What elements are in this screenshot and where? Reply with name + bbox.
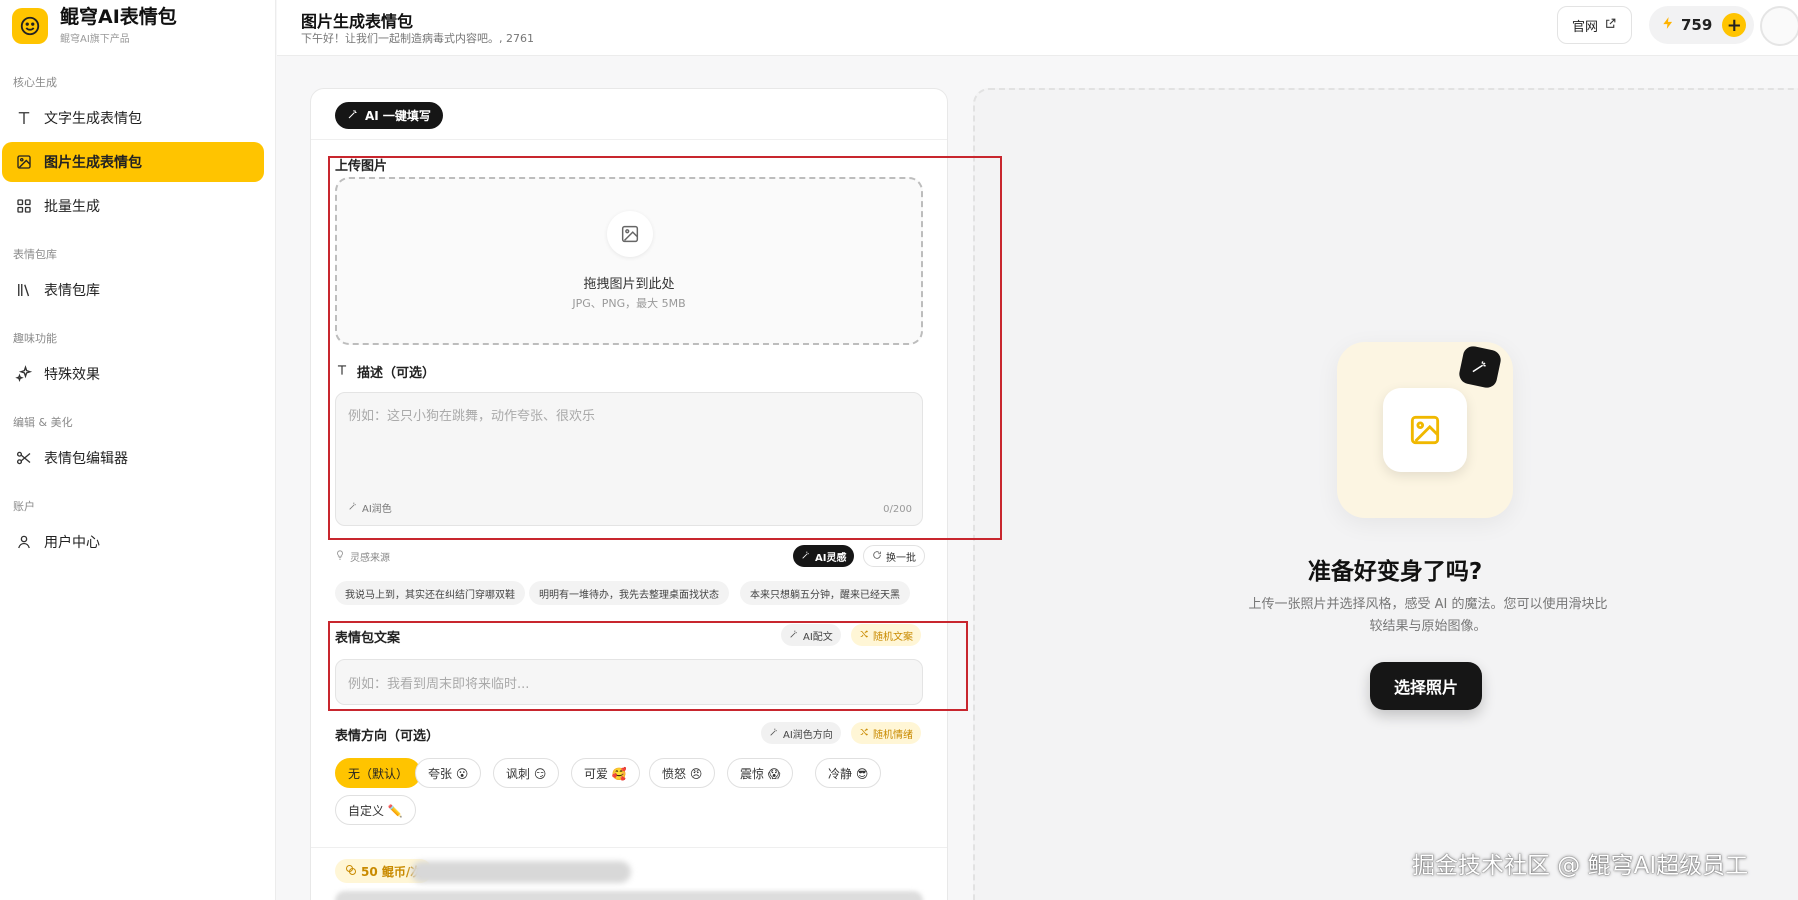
preview-description: 上传一张照片并选择风格，感受 AI 的魔法。您可以使用滑块比较结果与原始图像。 [1248, 597, 1608, 634]
suggestion-chip[interactable]: 我说马上到，其实还在纠结门穿哪双鞋 [335, 581, 525, 605]
mood-option[interactable]: 夸张 😮 [415, 758, 482, 788]
ai-autofill-label: AI 一键填写 [365, 109, 431, 123]
lightbulb-icon [335, 550, 345, 563]
text-icon [14, 108, 34, 128]
credits-balance[interactable]: 759 + [1649, 6, 1755, 44]
sidebar-item-user-center[interactable]: 用户中心 [2, 522, 273, 562]
mood-option[interactable]: 无（默认） [335, 758, 422, 788]
ai-inspire-label: AI灵感 [815, 552, 847, 564]
coin-icon [345, 864, 357, 879]
sidebar-item-editor[interactable]: 表情包编辑器 [2, 438, 273, 478]
highlight-box [328, 156, 1002, 540]
mood-option[interactable]: 自定义 ✏️ [335, 795, 416, 825]
avatar[interactable] [1760, 6, 1798, 46]
page-title: 图片生成表情包 [301, 12, 414, 31]
ai-inspire-button[interactable]: AI灵感 [793, 545, 855, 567]
sidebar-item-label: 文字生成表情包 [44, 111, 142, 127]
shuffle-icon [859, 727, 869, 740]
scissors-icon [14, 448, 34, 468]
official-site-button[interactable]: 官网 [1557, 6, 1633, 44]
sidebar-item-effects[interactable]: 特殊效果 [2, 354, 273, 394]
section-label-edit: 编辑 & 美化 [13, 416, 73, 429]
blurred-content [335, 891, 923, 900]
preview-title: 准备好变身了吗? [1307, 559, 1483, 585]
blurred-content [411, 861, 631, 883]
sidebar-item-label: 特殊效果 [44, 367, 100, 383]
smiley-logo-icon [12, 8, 48, 44]
grid-icon [14, 196, 34, 216]
preview-illustration [1337, 342, 1513, 518]
section-label-fun: 趣味功能 [13, 332, 57, 345]
magic-wand-icon [347, 108, 359, 123]
external-link-icon [1604, 17, 1617, 34]
mood-option[interactable]: 震惊 😱 [727, 758, 794, 788]
top-header: 图片生成表情包 下午好！让我们一起制造病毒式内容吧。, 2761 官网 759 … [277, 0, 1798, 56]
ai-mood-button[interactable]: AI润色方向 [761, 722, 841, 744]
mood-label: 表情方向（可选） [335, 729, 440, 744]
sidebar-item-library[interactable]: 表情包库 [2, 270, 273, 310]
credits-value: 759 [1681, 16, 1713, 34]
add-credits-button[interactable]: + [1722, 13, 1747, 37]
sidebar-item-batch[interactable]: 批量生成 [2, 186, 273, 226]
choose-photo-button[interactable]: 选择照片 [1370, 662, 1482, 710]
sidebar: 鲲穹AI表情包 鲲穹AI旗下产品 核心生成 文字生成表情包 图片生成表情包 批量… [0, 0, 276, 900]
sidebar-item-label: 表情包库 [44, 283, 100, 299]
section-label-library: 表情包库 [13, 248, 57, 261]
sidebar-item-label: 表情包编辑器 [44, 451, 128, 467]
sidebar-item-label: 用户中心 [44, 535, 100, 551]
watermark: 掘金技术社区 @ 鲲穹AI超级员工 [1412, 853, 1749, 879]
inspiration-label-text: 灵感来源 [350, 553, 390, 564]
sidebar-item-label: 图片生成表情包 [44, 155, 142, 171]
ai-autofill-button[interactable]: AI 一键填写 [335, 102, 443, 129]
user-icon [14, 532, 34, 552]
mood-option[interactable]: 冷静 😎 [815, 758, 882, 788]
mood-option[interactable]: 讽刺 😏 [493, 758, 560, 788]
ai-mood-label: AI润色方向 [783, 729, 833, 741]
suggestion-chip[interactable]: 本来只想躺五分钟，醒来已经天黑 [740, 581, 910, 605]
sparkles-icon [14, 364, 34, 384]
section-label-account: 账户 [13, 500, 35, 513]
image-placeholder-icon [1383, 388, 1467, 472]
refresh-icon [872, 550, 882, 563]
brand-title: 鲲穹AI表情包 [60, 6, 177, 28]
library-icon [14, 280, 34, 300]
sidebar-item-label: 批量生成 [44, 199, 100, 215]
official-site-label: 官网 [1572, 19, 1599, 35]
random-mood-label: 随机情绪 [873, 729, 913, 741]
magic-wand-icon [1457, 344, 1503, 390]
brand[interactable]: 鲲穹AI表情包 鲲穹AI旗下产品 [0, 0, 275, 52]
magic-wand-icon [769, 727, 779, 740]
section-label-core: 核心生成 [13, 76, 57, 89]
random-mood-button[interactable]: 随机情绪 [851, 722, 921, 744]
magic-wand-icon [801, 550, 811, 563]
refresh-label: 换一批 [886, 552, 916, 564]
divider [311, 139, 947, 140]
divider [311, 847, 947, 848]
preview-panel: 准备好变身了吗? 上传一张照片并选择风格，感受 AI 的魔法。您可以使用滑块比较… [973, 88, 1798, 900]
mood-option[interactable]: 愤怒 😠 [649, 758, 716, 788]
mood-option[interactable]: 可爱 🥰 [571, 758, 640, 788]
sidebar-item-text-meme[interactable]: 文字生成表情包 [2, 98, 273, 138]
lightning-icon [1661, 16, 1675, 34]
sidebar-item-image-meme[interactable]: 图片生成表情包 [2, 142, 264, 182]
inspiration-label: 灵感来源 [335, 549, 390, 564]
brand-subtitle: 鲲穹AI旗下产品 [60, 34, 130, 45]
refresh-button[interactable]: 换一批 [863, 545, 925, 567]
suggestion-chip[interactable]: 明明有一堆待办，我先去整理桌面找状态 [529, 581, 729, 605]
highlight-box [328, 621, 968, 711]
page-subtitle: 下午好！让我们一起制造病毒式内容吧。, 2761 [301, 32, 534, 45]
image-icon [14, 152, 34, 172]
